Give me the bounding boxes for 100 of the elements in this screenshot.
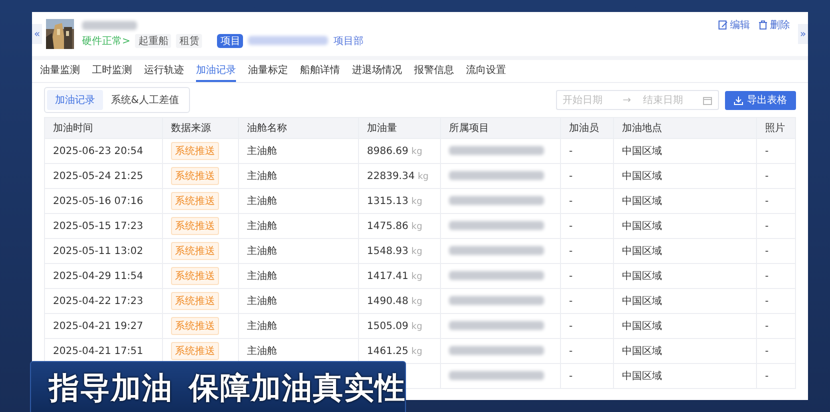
segment-tab[interactable]: 加油记录 (47, 90, 103, 110)
source-tag: 系统推送 (171, 192, 219, 210)
unit-label: kg (411, 146, 422, 156)
table-cell: 主油舱 (247, 221, 277, 232)
table-cell: - (569, 320, 573, 332)
table-cell: 2025-04-21 17:51 (53, 346, 144, 356)
table-cell: 1417.41 (367, 270, 408, 282)
source-tag: 系统推送 (171, 217, 219, 235)
project-name: 项目部 (333, 34, 364, 48)
project-badge: 项目 (217, 34, 244, 48)
download-icon (734, 96, 743, 104)
table-cell: 1548.93 (367, 246, 408, 256)
tab[interactable]: 油量监测 (40, 60, 80, 82)
unit-label: kg (411, 296, 422, 306)
table-cell: 中国区域 (622, 371, 662, 382)
table-cell: - (765, 196, 769, 206)
redacted-text (82, 20, 137, 30)
tab[interactable]: 工时监测 (92, 60, 132, 82)
table-cell: 1461.25 (367, 346, 408, 356)
table-cell: 中国区域 (622, 271, 662, 282)
table-cell: 1505.09 (367, 320, 408, 332)
table-cell: - (765, 146, 769, 156)
table-cell: - (569, 246, 573, 256)
caption-text: 保障加油真实性 (189, 370, 406, 408)
segment-tab[interactable]: 系统&人工差值 (103, 90, 187, 110)
source-tag: 系统推送 (171, 292, 219, 310)
collapse-button[interactable]: « (32, 24, 42, 44)
table-cell: 2025-05-24 21:25 (53, 170, 144, 182)
unit-label: kg (411, 222, 422, 232)
expand-button[interactable]: » (798, 24, 808, 44)
table-cell: 中国区域 (622, 196, 662, 207)
table-cell: 2025-04-21 19:27 (53, 320, 144, 332)
unit-label: kg (411, 246, 422, 256)
table-cell: - (765, 246, 769, 256)
table-cell: - (569, 370, 573, 382)
tab[interactable]: 报警信息 (414, 60, 454, 82)
table-cell: - (765, 220, 769, 232)
source-tag: 系统推送 (171, 317, 219, 335)
table-cell: 中国区域 (622, 171, 662, 182)
column-header: 油舱名称 (238, 118, 358, 138)
unit-label: kg (418, 172, 429, 182)
table-cell: 主油舱 (247, 296, 277, 307)
table-cell: 中国区域 (622, 146, 662, 157)
tag: 起重船 (135, 34, 172, 48)
trash-icon (758, 20, 768, 30)
export-button[interactable]: 导出表格 (725, 90, 796, 110)
tab[interactable]: 加油记录 (196, 60, 236, 82)
column-header: 照片 (756, 118, 796, 138)
tab[interactable]: 运行轨迹 (144, 60, 184, 82)
tab[interactable]: 船舶详情 (300, 60, 340, 82)
caption-text: 指导加油 (49, 370, 173, 408)
source-tag: 系统推送 (171, 342, 219, 360)
source-tag: 系统推送 (171, 267, 219, 285)
tab[interactable]: 进退场情况 (352, 60, 402, 82)
calendar-icon (703, 96, 712, 104)
table-cell: 主油舱 (247, 246, 277, 257)
table-cell: 主油舱 (247, 346, 277, 357)
range-arrow: → (622, 94, 631, 106)
table-cell: - (765, 296, 769, 306)
column-header: 加油时间 (44, 118, 162, 138)
table-cell: - (569, 170, 573, 182)
table-cell: 2025-05-11 13:02 (53, 246, 144, 256)
unit-label: kg (411, 272, 422, 282)
table-cell: 中国区域 (622, 346, 662, 357)
table-cell: 主油舱 (247, 171, 277, 182)
table-cell: 主油舱 (247, 196, 277, 207)
table-cell: 8986.69 (367, 146, 408, 156)
table-cell: - (765, 346, 769, 356)
tag: 租赁 (176, 34, 202, 48)
table-cell: - (569, 220, 573, 232)
table-cell: 2025-06-23 20:54 (53, 146, 144, 156)
table-cell: 2025-05-16 07:16 (53, 196, 144, 206)
table-cell: 2025-04-29 11:54 (53, 270, 144, 282)
unit-label: kg (411, 322, 422, 332)
tab[interactable]: 流向设置 (466, 60, 506, 82)
table-cell: 1490.48 (367, 296, 408, 306)
edit-button[interactable]: 编辑 (718, 18, 750, 32)
table-cell: 主油舱 (247, 321, 277, 332)
table-cell: - (765, 270, 769, 282)
table-cell: 1475.86 (367, 220, 408, 232)
table-cell: - (569, 146, 573, 156)
table-cell: 2025-05-15 17:23 (53, 220, 144, 232)
column-header: 加油地点 (614, 118, 756, 138)
table-cell: - (765, 370, 769, 382)
column-header: 加油员 (560, 118, 614, 138)
table-cell: - (765, 320, 769, 332)
table-cell: 中国区域 (622, 246, 662, 257)
table-cell: - (569, 346, 573, 356)
table-cell: - (569, 270, 573, 282)
source-tag: 系统推送 (171, 167, 219, 185)
unit-label: kg (411, 346, 422, 356)
delete-button[interactable]: 删除 (758, 18, 790, 32)
table-cell: - (765, 170, 769, 182)
table-cell: 2025-04-22 17:23 (53, 296, 144, 306)
source-tag: 系统推送 (171, 142, 219, 160)
tab[interactable]: 油量标定 (248, 60, 288, 82)
column-header: 加油量 (358, 118, 440, 138)
unit-label: kg (411, 196, 422, 206)
column-header: 所属项目 (440, 118, 560, 138)
table-cell: - (569, 296, 573, 306)
